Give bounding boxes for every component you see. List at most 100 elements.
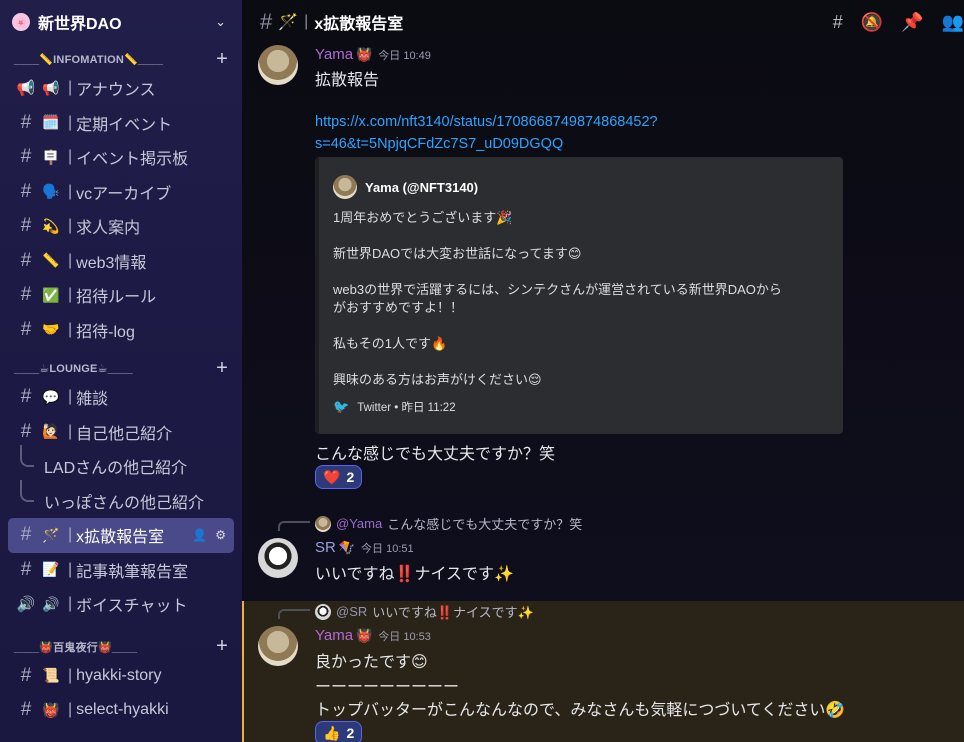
message-link[interactable]: https://x.com/nft3140/status/17086687498… <box>315 111 658 133</box>
channel-emoji: 🗓️ <box>42 114 60 131</box>
reaction-thumbsup[interactable]: 👍 2 <box>315 721 363 742</box>
reaction-heart[interactable]: ❤️ 2 <box>315 465 363 489</box>
separator: | <box>68 701 73 719</box>
embed-line: 興味のある方はお声がけください😌 <box>333 372 542 387</box>
channel-label: 記事執筆報告室 <box>76 563 189 581</box>
channel-emoji: 🤝 <box>42 321 60 338</box>
channel-item[interactable]: # ✅ | 招待ルール <box>8 278 234 313</box>
embed-line <box>333 263 829 281</box>
threads-icon[interactable]: # <box>833 12 843 33</box>
channel-label: ボイスチャット <box>76 598 188 616</box>
channel-label: イベント掲示板 <box>76 151 189 169</box>
server-header[interactable]: 🌸 新世界DAO ⌄ <box>0 0 242 44</box>
hash-icon: # <box>20 318 32 340</box>
channel-header: # 🪄 | x拡散報告室 # 🔕 📌 👥 <box>242 0 964 44</box>
timestamp: 今日 10:49 <box>378 50 431 62</box>
thread-item[interactable]: いっぽさんの他己紹介 <box>20 479 242 519</box>
role-badge: 👹 <box>356 47 373 62</box>
embed-author-avatar <box>333 175 357 199</box>
channel-emoji: 🪄 <box>42 526 60 543</box>
category-header[interactable]: ____📏INFOMATION📏____ + <box>0 47 242 71</box>
thread-item[interactable]: LADさんの他己紹介 <box>20 445 242 484</box>
message-text: 良かったです😊 <box>315 654 428 671</box>
avatar[interactable] <box>258 626 298 666</box>
message-link-cont[interactable]: s=46&t=5NpjqCFdZc7S7_uD09DGQQ <box>315 133 658 155</box>
channel-item[interactable]: # 📝 | 記事執筆報告室 <box>8 553 234 588</box>
separator: | <box>68 560 73 578</box>
channel-item[interactable]: # 📏 | web3情報 <box>8 244 234 279</box>
add-channel-icon[interactable]: + <box>216 635 228 658</box>
gear-icon[interactable]: ⚙ <box>215 528 226 542</box>
separator: | <box>68 148 73 166</box>
server-icon: 🌸 <box>12 13 30 31</box>
pin-icon[interactable]: 📌 <box>901 12 923 33</box>
embed-author[interactable]: Yama (@NFT3140) <box>365 180 478 195</box>
reply-reference[interactable]: @SR いいですね‼️ナイスです✨ <box>315 602 534 621</box>
channel-emoji: 🪄 <box>278 14 299 31</box>
channel-item[interactable]: # 📜 | hyakki-story <box>8 659 234 694</box>
separator: | <box>68 113 73 131</box>
add-channel-icon[interactable]: + <box>216 357 228 380</box>
channel-emoji: 📝 <box>42 561 60 578</box>
hash-icon: # <box>260 9 273 34</box>
embed-line <box>333 317 829 335</box>
channel-item[interactable]: # 👹 | select-hyakki <box>8 693 234 728</box>
category-label: ____☕LOUNGE☕____ <box>14 362 133 375</box>
reply-text: いいですね‼️ナイスです✨ <box>372 605 534 620</box>
channel-label: 自己他己紹介 <box>76 425 173 443</box>
channel-item[interactable]: # 💫 | 求人案内 <box>8 209 234 244</box>
reply-spine <box>278 609 310 619</box>
channel-item[interactable]: # 🤝 | 招待-log <box>8 313 234 348</box>
hash-icon: # <box>20 386 32 408</box>
channel-emoji: 📢 <box>42 79 60 96</box>
reply-reference[interactable]: @Yama こんな感じでも大丈夫ですか？笑 <box>315 514 582 533</box>
reply-mention[interactable]: @SR <box>336 604 367 619</box>
username[interactable]: Yama <box>315 627 353 644</box>
twitter-icon: 🐦 <box>333 399 350 414</box>
hash-icon: # <box>20 284 32 306</box>
channel-item[interactable]: # 🪄 | x拡散報告室 👤 ⚙ <box>8 518 234 553</box>
role-badge: 👹 <box>356 628 373 643</box>
avatar[interactable] <box>258 538 298 578</box>
channel-item[interactable]: # 💬 | 雑談 <box>8 380 234 415</box>
channel-label: 求人案内 <box>76 220 141 238</box>
channel-item[interactable]: 📢 📢 | アナウンス <box>8 71 234 106</box>
channel-label: アナウンス <box>76 82 156 100</box>
channel-item[interactable]: # 🗣️ | vcアーカイブ <box>8 175 234 210</box>
category-header[interactable]: ____☕LOUNGE☕____ + <box>0 356 242 380</box>
channel-emoji: 🪧 <box>42 148 60 165</box>
message-text: こんな感じでも大丈夫ですか？笑 <box>315 446 556 463</box>
channel-item[interactable]: # 🪧 | イベント掲示板 <box>8 140 234 175</box>
voice-icon: 🔊 <box>16 596 36 614</box>
role-badge: 🪁 <box>338 540 356 555</box>
channel-item[interactable]: # 🗓️ | 定期イベント <box>8 106 234 141</box>
thumbs-up-icon: 👍 <box>323 724 341 741</box>
announcement-icon: 📢 <box>16 80 36 98</box>
channel-item[interactable]: # 🙋🏻 | 自己他己紹介 <box>8 415 234 450</box>
chat-area: # 🪄 | x拡散報告室 # 🔕 📌 👥 Yama 👹 今日 10:49 拡散報告 … <box>242 0 964 742</box>
avatar[interactable] <box>258 45 298 85</box>
mute-icon[interactable]: 🔕 <box>861 12 883 33</box>
message-text: 拡散報告 <box>315 72 380 89</box>
channel-emoji: 🙋🏻 <box>42 423 60 440</box>
channel-label: vcアーカイブ <box>76 185 172 203</box>
separator: | <box>68 526 73 544</box>
hash-icon: # <box>20 146 32 168</box>
separator: | <box>68 182 73 200</box>
invite-icon[interactable]: 👤 <box>192 528 207 542</box>
username[interactable]: SR <box>315 539 336 556</box>
reply-mention[interactable]: @Yama <box>336 516 382 531</box>
category-header[interactable]: ____👹百鬼夜行👹____ + <box>0 635 242 659</box>
separator: | <box>68 388 73 406</box>
chevron-down-icon[interactable]: ⌄ <box>215 14 226 30</box>
reply-text: こんな感じでも大丈夫ですか？笑 <box>387 517 583 532</box>
members-icon[interactable]: 👥 <box>942 12 964 33</box>
embed-footer: Twitter • 昨日 11:22 <box>357 402 456 414</box>
message-text: いいですね‼️ナイスです✨ <box>315 566 514 583</box>
add-channel-icon[interactable]: + <box>216 48 228 71</box>
link-embed[interactable]: Yama (@NFT3140) 1周年おめでとうございます🎉 新世界DAOでは大変… <box>315 157 843 434</box>
channel-item[interactable]: 🔊 🔊 | ボイスチャット <box>8 587 234 622</box>
channel-label: select-hyakki <box>76 701 169 719</box>
username[interactable]: Yama <box>315 46 353 63</box>
separator: | <box>68 320 73 338</box>
